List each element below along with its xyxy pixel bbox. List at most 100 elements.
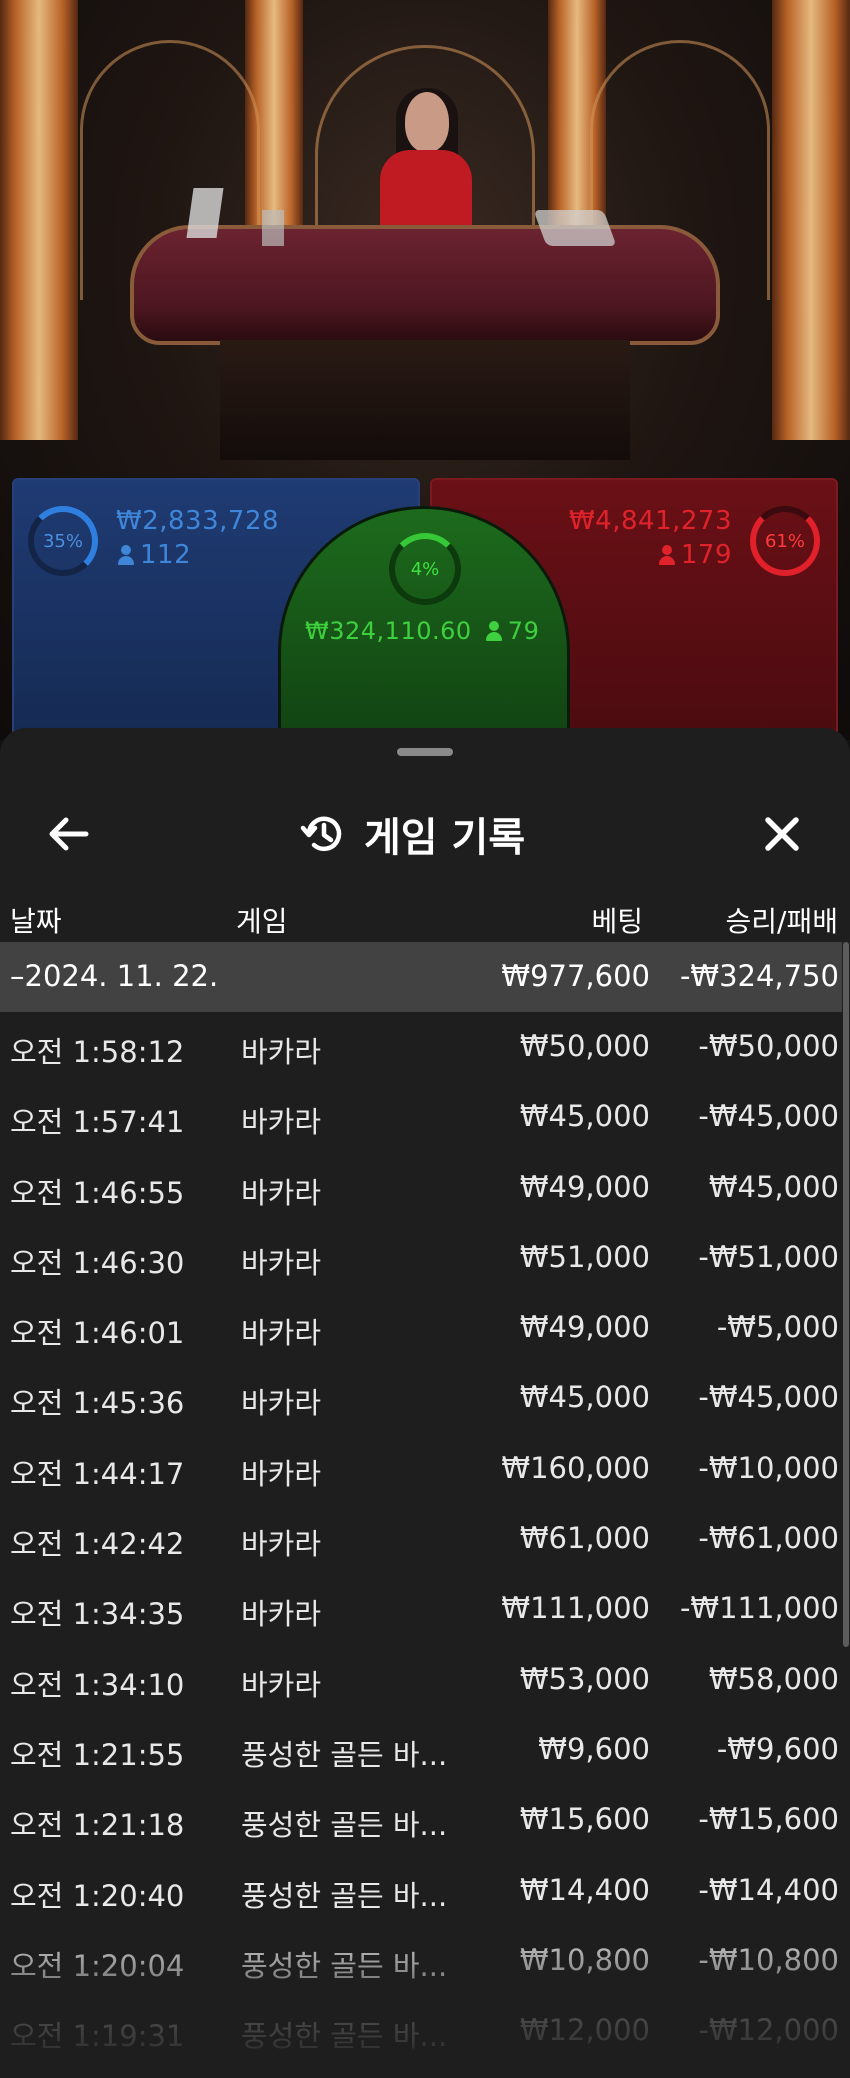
column-bet: 베팅 (591, 905, 643, 938)
row-time: 오전 1:45:36 (10, 1386, 185, 1421)
history-row[interactable]: 오전 1:21:18 풍성한 골든 바... ₩15,600 -₩15,600 (0, 1785, 842, 1855)
row-game: 바카라 (241, 1105, 322, 1140)
row-result: -₩51,000 (698, 1239, 839, 1274)
back-button[interactable] (38, 806, 98, 862)
column-date: 날짜 (10, 905, 62, 938)
dealer-face (405, 92, 449, 152)
history-row[interactable]: 오전 1:42:42 바카라 ₩61,000 -₩61,000 (0, 1504, 842, 1574)
history-row[interactable]: 오전 1:57:41 바카라 ₩45,000 -₩45,000 (0, 1082, 842, 1152)
row-time: 오전 1:34:35 (10, 1597, 185, 1632)
arrow-left-icon (49, 817, 89, 851)
player-percent-ring: 35% (28, 506, 98, 576)
tie-stats: ₩324,110.60 79 (305, 617, 539, 645)
sheet-title: 게임 기록 (364, 815, 526, 861)
history-row[interactable]: 오전 1:21:55 풍성한 골든 바... ₩9,600 -₩9,600 (0, 1715, 842, 1785)
row-result: -₩45,000 (698, 1099, 839, 1134)
tie-percent: 4% (410, 558, 440, 580)
row-result: -₩9,600 (716, 1731, 839, 1766)
row-time: 오전 1:42:42 (10, 1527, 185, 1562)
row-result: -₩5,000 (716, 1310, 839, 1345)
row-bet: ₩14,400 (519, 1872, 650, 1907)
tie-count-value: 79 (507, 617, 540, 645)
row-result: -₩14,400 (698, 1872, 839, 1907)
discard-holder (262, 210, 284, 246)
banker-percent: 61% (764, 530, 805, 552)
history-row[interactable]: 오전 1:34:10 바카라 ₩53,000 ₩58,000 (0, 1645, 842, 1715)
row-time: 오전 1:46:01 (10, 1316, 185, 1351)
row-time: 오전 1:21:18 (10, 1808, 185, 1843)
column-game: 게임 (236, 905, 288, 938)
history-row[interactable]: 오전 1:20:04 풍성한 골든 바... ₩10,800 -₩10,800 (0, 1926, 842, 1996)
history-row[interactable]: 오전 1:34:35 바카라 ₩111,000 -₩111,000 (0, 1574, 842, 1644)
scrollbar[interactable] (843, 942, 849, 1647)
history-row[interactable]: 오전 1:46:55 바카라 ₩49,000 ₩45,000 (0, 1153, 842, 1223)
banker-percent-ring: 61% (750, 506, 820, 576)
row-game: 바카라 (241, 1035, 322, 1069)
history-rows: 오전 1:58:12 바카라 ₩50,000 -₩50,000 오전 1:57:41 바카… (0, 1012, 842, 2066)
game-history-sheet: 게임 기록 날짜 게임 베팅 승리/패배 –2024. 11. 22. ₩977… (0, 728, 850, 2078)
row-bet: ₩9,600 (538, 1731, 650, 1766)
history-list[interactable]: –2024. 11. 22. ₩977,600 -₩324,750 오전 1:5… (0, 942, 842, 2066)
row-result: -₩50,000 (698, 1029, 839, 1063)
row-game: 바카라 (241, 1316, 322, 1351)
row-result: -₩111,000 (679, 1591, 839, 1626)
close-button[interactable] (752, 806, 812, 862)
row-result: -₩10,000 (698, 1450, 839, 1485)
row-bet: ₩53,000 (519, 1661, 650, 1696)
row-bet: ₩45,000 (519, 1099, 650, 1134)
tie-bet-amount: ₩324,110.60 (305, 617, 472, 645)
sheet-header: 게임 기록 (0, 778, 850, 888)
group-total-bet: ₩977,600 (501, 959, 650, 993)
row-game: 바카라 (241, 1456, 322, 1491)
player-count: 112 (118, 540, 191, 570)
row-game: 풍성한 골든 바... (241, 2019, 448, 2054)
history-row[interactable]: 오전 1:58:12 바카라 ₩50,000 -₩50,000 (0, 1012, 842, 1082)
row-result: ₩58,000 (708, 1661, 839, 1696)
decor-pillar (772, 0, 850, 440)
sheet-drag-handle[interactable] (397, 748, 453, 756)
column-header-row: 날짜 게임 베팅 승리/패배 (0, 888, 850, 948)
row-time: 오전 1:20:40 (10, 1878, 185, 1913)
row-bet: ₩15,600 (519, 1802, 650, 1837)
tie-percent-ring: 4% (389, 533, 461, 605)
row-result: -₩45,000 (698, 1380, 839, 1415)
history-row[interactable]: 오전 1:19:31 풍성한 골든 바... ₩12,000 -₩12,000 (0, 1996, 842, 2066)
row-game: 바카라 (241, 1245, 322, 1280)
row-game: 풍성한 골든 바... (241, 1948, 448, 1983)
history-row[interactable]: 오전 1:46:30 바카라 ₩51,000 -₩51,000 (0, 1223, 842, 1293)
date-group-row[interactable]: –2024. 11. 22. ₩977,600 -₩324,750 (0, 942, 842, 1012)
history-row[interactable]: 오전 1:46:01 바카라 ₩49,000 -₩5,000 (0, 1293, 842, 1363)
history-row[interactable]: 오전 1:45:36 바카라 ₩45,000 -₩45,000 (0, 1363, 842, 1433)
row-time: 오전 1:57:41 (10, 1105, 185, 1140)
history-row[interactable]: 오전 1:44:17 바카라 ₩160,000 -₩10,000 (0, 1434, 842, 1504)
person-icon (658, 545, 675, 565)
row-result: ₩45,000 (708, 1169, 839, 1204)
row-time: 오전 1:19:31 (10, 2019, 185, 2054)
person-icon (118, 545, 134, 565)
row-bet: ₩50,000 (519, 1029, 650, 1063)
row-game: 바카라 (241, 1527, 322, 1562)
row-result: -₩15,600 (698, 1802, 839, 1837)
sheet-title-group: 게임 기록 (300, 808, 580, 861)
row-game: 바카라 (241, 1175, 322, 1210)
row-bet: ₩10,800 (519, 1942, 650, 1977)
row-time: 오전 1:21:55 (10, 1737, 185, 1772)
history-row[interactable]: 오전 1:20:40 풍성한 골든 바... ₩14,400 -₩14,400 (0, 1856, 842, 1926)
group-date: –2024. 11. 22. (10, 959, 219, 993)
row-time: 오전 1:20:04 (10, 1948, 185, 1983)
player-bet-amount: ₩2,833,728 (116, 506, 280, 536)
row-time: 오전 1:34:10 (10, 1667, 185, 1702)
row-time: 오전 1:58:12 (10, 1035, 185, 1069)
decor-pillar (0, 0, 78, 440)
banker-count: 179 (658, 540, 732, 570)
row-bet: ₩51,000 (519, 1239, 650, 1274)
row-game: 바카라 (241, 1597, 322, 1632)
row-game: 바카라 (241, 1667, 322, 1702)
row-bet: ₩49,000 (519, 1310, 650, 1345)
row-bet: ₩49,000 (519, 1169, 650, 1204)
row-result: -₩10,800 (698, 1942, 839, 1977)
row-bet: ₩61,000 (519, 1521, 650, 1556)
column-result: 승리/패배 (725, 905, 838, 938)
row-result: -₩12,000 (698, 2013, 839, 2048)
row-bet: ₩160,000 (501, 1450, 650, 1485)
